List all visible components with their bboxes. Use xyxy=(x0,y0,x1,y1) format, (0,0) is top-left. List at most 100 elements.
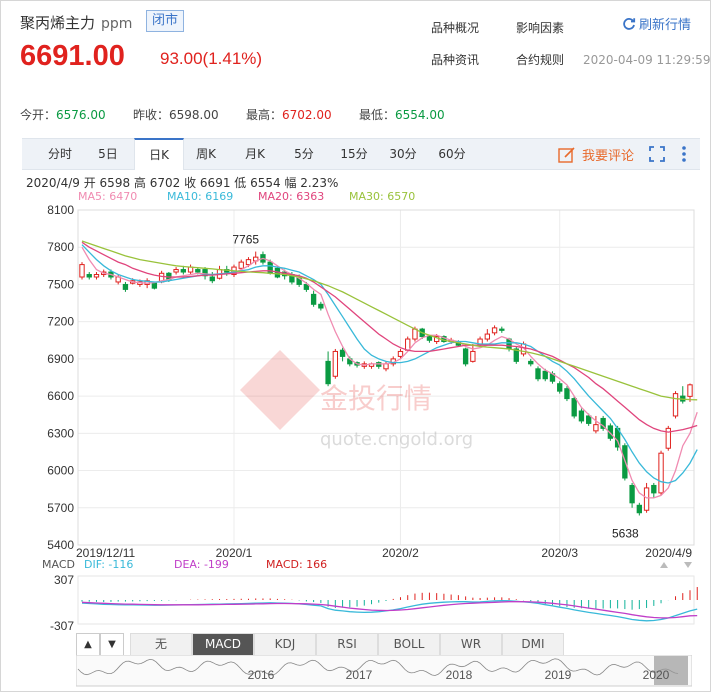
candle-body xyxy=(542,370,548,380)
candle-body xyxy=(238,261,244,269)
link-news[interactable]: 品种资讯 xyxy=(431,51,479,68)
y-tick-label: 5400 xyxy=(47,538,74,552)
tab-15min[interactable]: 15分 xyxy=(330,139,378,169)
tab-weekly-k[interactable]: 周K xyxy=(184,139,228,169)
candle-body xyxy=(491,327,498,334)
market-status-badge: 闭市 xyxy=(146,10,185,32)
link-contract-rules[interactable]: 合约规则 xyxy=(516,51,564,68)
bar-info: 2020/4/9 开 6598 高 6702 收 6691 低 6554 幅 2… xyxy=(26,174,338,191)
indicator-wr[interactable]: WR xyxy=(440,633,502,656)
candle-body xyxy=(636,504,643,514)
indicator-rsi[interactable]: RSI xyxy=(316,633,378,656)
candle-body xyxy=(339,349,346,357)
nav-up-button[interactable]: ▲ xyxy=(76,633,100,656)
navigator-year-label: 2017 xyxy=(346,668,373,682)
candle-body xyxy=(195,269,201,273)
candle-body xyxy=(426,336,433,341)
candle-body xyxy=(209,276,215,282)
candle-body xyxy=(180,269,187,273)
low-annotation: 5638 xyxy=(612,526,639,540)
candle-body xyxy=(585,415,592,424)
x-tick-label: 2020/2 xyxy=(382,546,419,558)
bar-date: 2020/4/9 xyxy=(26,176,80,190)
indicator-none[interactable]: 无 xyxy=(130,633,192,656)
instrument-title: 聚丙烯主力 ppm xyxy=(20,12,132,33)
candle-body xyxy=(658,452,664,494)
candle-body xyxy=(578,410,585,422)
stat-open-label: 今开： xyxy=(20,108,57,122)
refresh-icon xyxy=(623,18,636,30)
x-tick-label: 2020/1 xyxy=(216,546,253,558)
y-tick-label: 6600 xyxy=(47,389,74,403)
bar-high: 高 6702 xyxy=(133,176,181,190)
x-tick-label: 2020/4/9 xyxy=(645,546,692,558)
candle-body xyxy=(151,282,158,289)
y-tick-label: 6900 xyxy=(47,352,74,366)
nav-down-button[interactable]: ▼ xyxy=(100,633,124,656)
indicator-boll[interactable]: BOLL xyxy=(378,633,440,656)
stat-low-value: 6554.00 xyxy=(395,108,445,122)
link-overview[interactable]: 品种概况 xyxy=(431,19,479,36)
indicator-macd[interactable]: MACD xyxy=(192,633,254,656)
candle-body xyxy=(93,274,100,278)
y-tick-label: 7500 xyxy=(47,277,74,291)
candle-body xyxy=(310,293,317,305)
candle-body xyxy=(86,274,92,278)
candle-body xyxy=(318,303,324,309)
stat-high-value: 6702.00 xyxy=(282,108,332,122)
candle-body xyxy=(687,384,693,397)
candle-body xyxy=(557,383,563,392)
fullscreen-icon[interactable] xyxy=(649,146,665,162)
bar-open: 开 6598 xyxy=(83,176,131,190)
tab-60min[interactable]: 60分 xyxy=(428,139,476,169)
tab-5min[interactable]: 5分 xyxy=(282,139,326,169)
candle-body xyxy=(325,360,331,385)
tab-5day[interactable]: 5日 xyxy=(86,139,130,169)
ma30-line xyxy=(81,240,698,401)
candle-body xyxy=(535,368,541,380)
instrument-unit: ppm xyxy=(101,16,133,32)
candle-body xyxy=(593,424,599,432)
stat-high: 最高：6702.00 xyxy=(246,106,332,123)
x-tick-label: 2019/12/11 xyxy=(76,546,135,558)
quote-datetime: 2020-04-09 11:29:59 xyxy=(583,53,711,67)
indicator-kdj[interactable]: KDJ xyxy=(254,633,316,656)
candle-body xyxy=(383,363,389,370)
plot-frame xyxy=(77,209,695,546)
stat-open: 今开：6576.00 xyxy=(20,106,106,123)
candle-body xyxy=(470,350,476,362)
y-tick-label: 8100 xyxy=(47,203,74,217)
range-navigator[interactable]: 2016 2017 2018 2019 2020 xyxy=(76,655,692,687)
refresh-button[interactable]: 刷新行情 xyxy=(622,14,691,33)
bar-low: 低 6554 xyxy=(234,176,281,190)
bar-amplitude: 幅 2.23% xyxy=(284,176,339,190)
watermark-url: quote.cngold.org xyxy=(320,429,473,450)
candle-body xyxy=(332,350,339,377)
price-change: 93.00(1.41%) xyxy=(160,49,263,68)
candle-body xyxy=(672,393,679,417)
candle-body xyxy=(462,348,469,365)
watermark-text: 金投行情 xyxy=(320,382,432,415)
macd-chart[interactable]: 307 -307 xyxy=(0,570,711,630)
link-factors[interactable]: 影响因素 xyxy=(516,19,564,36)
stat-low: 最低：6554.00 xyxy=(359,106,445,123)
stat-prev-close: 昨收：6598.00 xyxy=(133,106,219,123)
tab-monthly-k[interactable]: 月K xyxy=(232,139,278,169)
navigator-year-label: 2016 xyxy=(248,668,275,682)
instrument-name: 聚丙烯主力 xyxy=(20,14,96,32)
comment-button[interactable]: 我要评论 xyxy=(558,145,634,164)
candle-body xyxy=(405,338,411,351)
candle-body xyxy=(245,259,252,266)
stat-prev-close-label: 昨收： xyxy=(133,108,170,122)
scroll-up-small-icon[interactable] xyxy=(660,562,668,568)
tab-daily-k[interactable]: 日K xyxy=(134,138,184,170)
tab-intraday[interactable]: 分时 xyxy=(36,139,84,169)
kline-chart[interactable]: 8100 7800 7500 7200 6900 6600 6300 6000 5700 5400… xyxy=(0,200,711,558)
indicator-dmi[interactable]: DMI xyxy=(502,633,564,656)
bar-close: 收 6691 xyxy=(184,176,231,190)
tab-30min[interactable]: 30分 xyxy=(380,139,426,169)
macd-axis-top: 307 xyxy=(54,573,74,587)
scroll-down-small-icon[interactable] xyxy=(684,562,692,568)
high-annotation: 7765 xyxy=(232,233,259,247)
more-options-icon[interactable] xyxy=(680,145,688,163)
